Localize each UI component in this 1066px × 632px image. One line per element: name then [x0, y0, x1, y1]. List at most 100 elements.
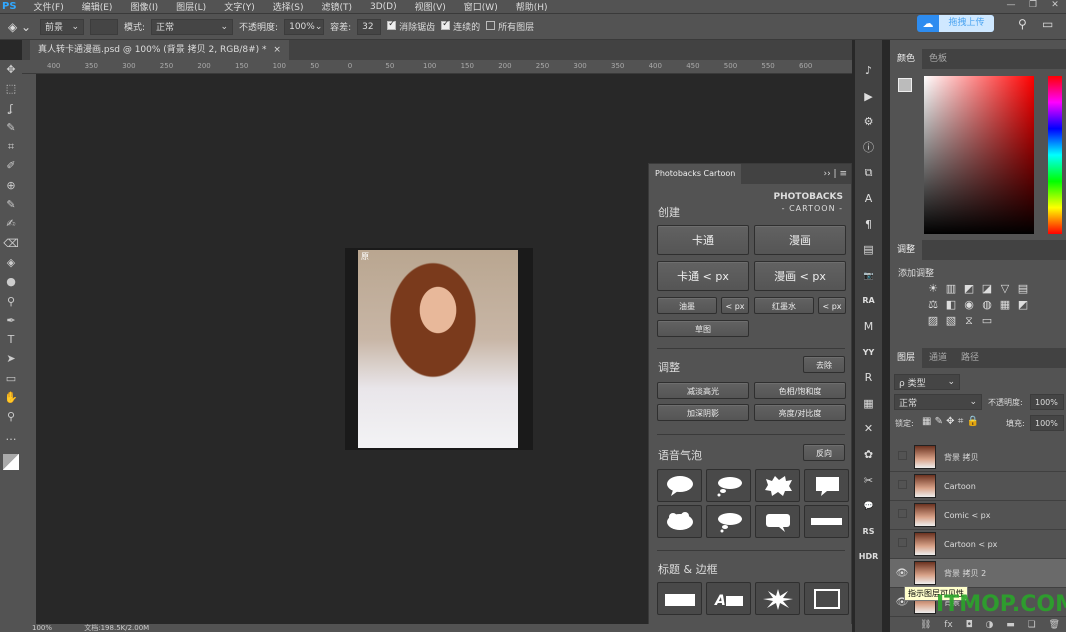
tab-channels[interactable]: 通道: [922, 348, 954, 368]
tool-icon[interactable]: T: [0, 330, 22, 349]
menu-layer[interactable]: 图层(L): [167, 0, 215, 13]
panel-shortcut-icon[interactable]: ¶: [855, 212, 882, 238]
adjustment-icon[interactable]: ◪: [980, 282, 994, 295]
remove-button[interactable]: 去除: [803, 356, 845, 373]
adjustment-icon[interactable]: ◩: [962, 282, 976, 295]
shout-bubble-button[interactable]: [755, 469, 800, 502]
menu-3d[interactable]: 3D(D): [361, 2, 406, 12]
tool-icon[interactable]: ✒: [0, 311, 22, 330]
tool-icon[interactable]: ✥: [0, 60, 22, 79]
adjustment-icon[interactable]: ▧: [944, 314, 958, 328]
cartoon-button[interactable]: 卡通: [657, 225, 749, 255]
tab-swatches[interactable]: 色板: [922, 49, 954, 69]
adjustment-icon[interactable]: ▦: [998, 298, 1012, 311]
oil-button[interactable]: 油墨: [657, 297, 717, 314]
comic-px-button[interactable]: 漫画 < px: [754, 261, 846, 291]
menu-window[interactable]: 窗口(W): [455, 0, 507, 13]
menu-edit[interactable]: 编辑(E): [73, 0, 122, 13]
comic-button[interactable]: 漫画: [754, 225, 846, 255]
menu-filter[interactable]: 滤镜(T): [312, 0, 361, 13]
banner-bubble-button[interactable]: [804, 505, 849, 538]
reverse-button[interactable]: 反向: [803, 444, 845, 461]
canvas-image[interactable]: 原: [345, 248, 533, 450]
layer-footer-icon[interactable]: fx: [944, 620, 953, 630]
tab-color[interactable]: 颜色: [890, 49, 923, 69]
tolerance-input[interactable]: 32: [357, 18, 382, 35]
panel-shortcut-icon[interactable]: ⧉: [855, 160, 882, 186]
minimize-button[interactable]: —: [1000, 0, 1022, 10]
panel-shortcut-icon[interactable]: ✕: [855, 416, 882, 442]
panel-shortcut-icon[interactable]: HDR: [855, 544, 882, 570]
tool-icon[interactable]: ▭: [0, 369, 22, 388]
document-tab[interactable]: 真人转卡通漫画.psd @ 100% (背景 拷贝 2, RGB/8#) * ×: [30, 40, 289, 60]
color-picker-field[interactable]: [924, 76, 1034, 234]
layer-row[interactable]: Cartoon < px: [890, 530, 1066, 559]
tool-icon[interactable]: ➤: [0, 349, 22, 368]
adjustment-icon[interactable]: ⚖: [926, 298, 940, 311]
all-layers-checkbox[interactable]: 所有图层: [486, 20, 534, 33]
tool-icon[interactable]: ✐: [0, 156, 22, 175]
menu-image[interactable]: 图像(I): [121, 0, 167, 13]
adjustment-icon[interactable]: ▥: [944, 282, 958, 295]
oil-px-button[interactable]: < px: [721, 297, 749, 314]
fill-source-select[interactable]: 前景 ⌄: [40, 18, 84, 35]
title-text-button[interactable]: A: [706, 582, 751, 615]
blend-mode-select[interactable]: 正常 ⌄: [894, 394, 982, 410]
panel-shortcut-icon[interactable]: A: [855, 186, 882, 212]
tool-icon[interactable]: ⚲: [0, 292, 22, 311]
rounded-bubble-button[interactable]: [755, 505, 800, 538]
color-swatches[interactable]: [3, 453, 19, 470]
fill-input[interactable]: 100%: [1030, 415, 1064, 431]
burst-button[interactable]: [755, 582, 800, 615]
workspace-icon[interactable]: ▭: [1042, 17, 1053, 31]
lock-icons[interactable]: ▦ ✎ ✥ ⌗ 🔒: [922, 416, 979, 427]
layer-footer-icon[interactable]: ◘: [966, 620, 973, 630]
layer-row[interactable]: 👁 背景 拷贝 2: [890, 559, 1066, 588]
tool-icon[interactable]: ✎: [0, 118, 22, 137]
marker-px-button[interactable]: < px: [818, 297, 846, 314]
menu-select[interactable]: 选择(S): [264, 0, 313, 13]
tab-adjustments[interactable]: 调整: [890, 240, 923, 260]
zoom-level[interactable]: 100%: [32, 624, 52, 632]
layer-filter-select[interactable]: ρ 类型 ⌄: [894, 374, 960, 390]
deepen-shadows-button[interactable]: 加深阴影: [657, 404, 749, 421]
adjustment-icon[interactable]: ◧: [944, 298, 958, 311]
tool-icon[interactable]: ✎: [0, 195, 22, 214]
visibility-toggle[interactable]: [890, 451, 914, 463]
panel-shortcut-icon[interactable]: ✿: [855, 442, 882, 468]
panel-shortcut-icon[interactable]: ⚙: [855, 109, 882, 135]
adjustment-icon[interactable]: ⧖: [962, 314, 976, 328]
hue-saturation-button[interactable]: 色相/饱和度: [754, 382, 846, 399]
visibility-toggle[interactable]: [890, 538, 914, 550]
tool-icon[interactable]: ⬚: [0, 79, 22, 98]
adjustment-icon[interactable]: ◍: [980, 298, 994, 311]
adjustment-icon[interactable]: ▨: [926, 314, 940, 328]
panel-shortcut-icon[interactable]: YY: [855, 340, 882, 366]
layer-row[interactable]: Cartoon: [890, 472, 1066, 501]
panel-shortcut-icon[interactable]: 📷: [855, 263, 882, 289]
panel-shortcut-icon[interactable]: M: [855, 314, 882, 340]
tool-icon[interactable]: ✋: [0, 388, 22, 407]
adjustment-icon[interactable]: ▤: [1016, 282, 1030, 295]
layer-footer-icon[interactable]: ⛓: [920, 620, 931, 630]
thought-bubble-button[interactable]: [706, 469, 751, 502]
tool-icon[interactable]: ʆ: [0, 99, 22, 118]
adjustment-icon[interactable]: ◩: [1016, 298, 1030, 311]
marker-button[interactable]: 红墨水: [754, 297, 814, 314]
tab-layers[interactable]: 图层: [890, 348, 923, 368]
sketch-button[interactable]: 草图: [657, 320, 749, 337]
adjustment-icon[interactable]: ◉: [962, 298, 976, 311]
pattern-picker[interactable]: [90, 18, 118, 35]
tool-icon[interactable]: ⌫: [0, 234, 22, 253]
menu-help[interactable]: 帮助(H): [507, 0, 557, 13]
panel-shortcut-icon[interactable]: ⓘ: [855, 135, 882, 161]
upload-button[interactable]: ☁ 拖拽上传: [917, 15, 994, 32]
close-button[interactable]: ✕: [1044, 0, 1066, 10]
brightness-contrast-button[interactable]: 亮度/对比度: [754, 404, 846, 421]
tool-icon[interactable]: ◈: [0, 253, 22, 272]
tool-icon[interactable]: ⊕: [0, 176, 22, 195]
menu-type[interactable]: 文字(Y): [215, 0, 264, 13]
tool-icon[interactable]: ⚲: [0, 407, 22, 426]
layer-row[interactable]: Comic < px: [890, 501, 1066, 530]
tool-icon[interactable]: ⌗: [0, 137, 22, 156]
